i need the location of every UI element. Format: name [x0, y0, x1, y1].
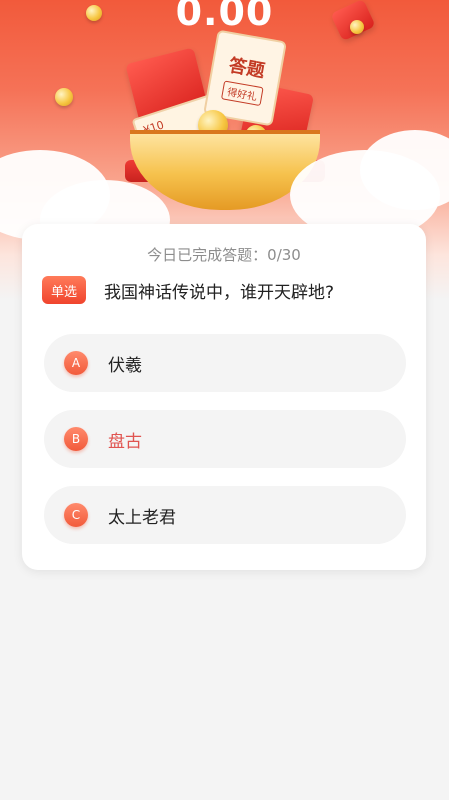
question-text: 我国神话传说中，谁开天辟地? — [104, 282, 335, 303]
quiz-progress: 今日已完成答题：0/30 — [147, 246, 301, 264]
question-row: 单选 我国神话传说中，谁开天辟地? — [42, 276, 416, 304]
option-c[interactable]: C 太上老君 — [44, 486, 406, 544]
gold-coin — [55, 88, 73, 106]
gold-coin — [350, 20, 364, 34]
quiz-card: 今日已完成答题：0/30 单选 我国神话传说中，谁开天辟地? A 伏羲 B 盘古… — [22, 224, 426, 570]
option-text: 太上老君 — [108, 507, 176, 528]
gold-coin — [86, 5, 102, 21]
option-a[interactable]: A 伏羲 — [44, 334, 406, 392]
option-text: 盘古 — [108, 431, 142, 452]
option-letter: B — [64, 427, 88, 451]
question-type-badge: 单选 — [42, 276, 86, 304]
option-letter: A — [64, 351, 88, 375]
balance-amount: 0.00 — [175, 0, 274, 34]
gift-title: 答题 — [227, 54, 267, 82]
option-letter: C — [64, 503, 88, 527]
option-text: 伏羲 — [108, 355, 142, 376]
option-b[interactable]: B 盘古 — [44, 410, 406, 468]
gift-subtitle: 得好礼 — [221, 79, 264, 106]
